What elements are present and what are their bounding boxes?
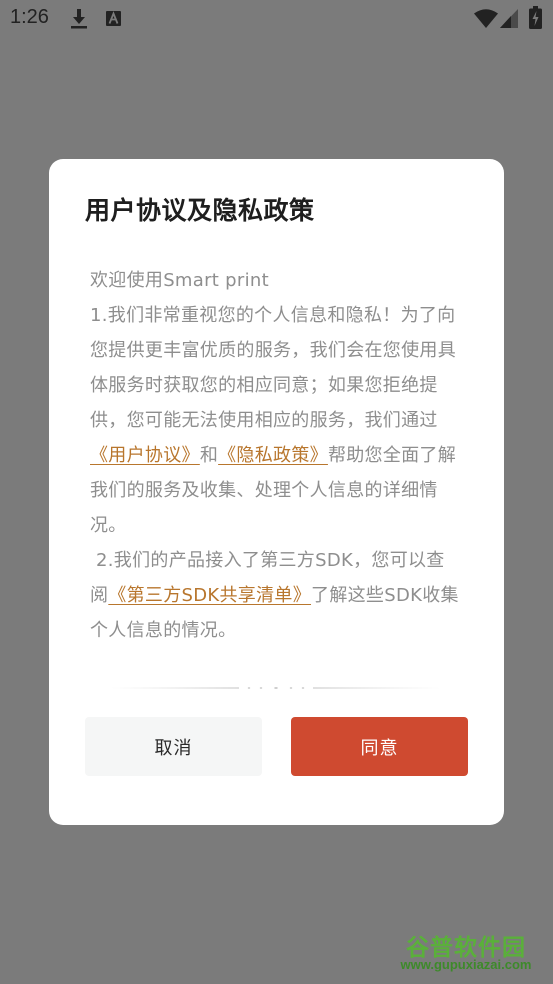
- agree-button[interactable]: 同意: [291, 717, 468, 776]
- privacy-dialog: 用户协议及隐私政策 欢迎使用Smart print 1.我们非常重视您的个人信息…: [49, 159, 504, 825]
- notification-a-icon: [106, 11, 121, 26]
- user-agreement-link[interactable]: 《用户协议》: [90, 445, 200, 466]
- dialog-title: 用户协议及隐私政策: [85, 196, 315, 225]
- status-time: 1:26: [10, 6, 49, 28]
- cancel-button[interactable]: 取消: [85, 717, 262, 776]
- welcome-text: 欢迎使用Smart print: [90, 270, 269, 291]
- download-icon: [71, 9, 87, 29]
- privacy-paragraph-2: 2.我们的产品接入了第三方SDK，您可以查阅《第三方SDK共享清单》了解这些SD…: [90, 543, 462, 648]
- site-watermark: 谷普软件园 www.gupuxiazai.com: [383, 928, 549, 978]
- privacy-policy-link[interactable]: 《隐私政策》: [218, 445, 328, 466]
- scroll-indicator-divider: [111, 687, 441, 689]
- cellular-signal-icon: [500, 9, 518, 28]
- wifi-icon: [474, 9, 498, 28]
- battery-charging-icon: [529, 6, 542, 29]
- privacy-paragraph-1: 1.我们非常重视您的个人信息和隐私！为了向您提供更丰富优质的服务，我们会在您使用…: [90, 298, 462, 543]
- watermark-url: www.gupuxiazai.com: [400, 957, 532, 972]
- paragraph-1-conjunction: 和: [199, 445, 219, 466]
- dialog-body: 欢迎使用Smart print 1.我们非常重视您的个人信息和隐私！为了向您提供…: [90, 263, 462, 648]
- sdk-list-link[interactable]: 《第三方SDK共享清单》: [108, 585, 311, 606]
- paragraph-1-text-before: 1.我们非常重视您的个人信息和隐私！为了向您提供更丰富优质的服务，我们会在您使用…: [90, 305, 456, 431]
- status-bar: 1:26: [0, 0, 553, 38]
